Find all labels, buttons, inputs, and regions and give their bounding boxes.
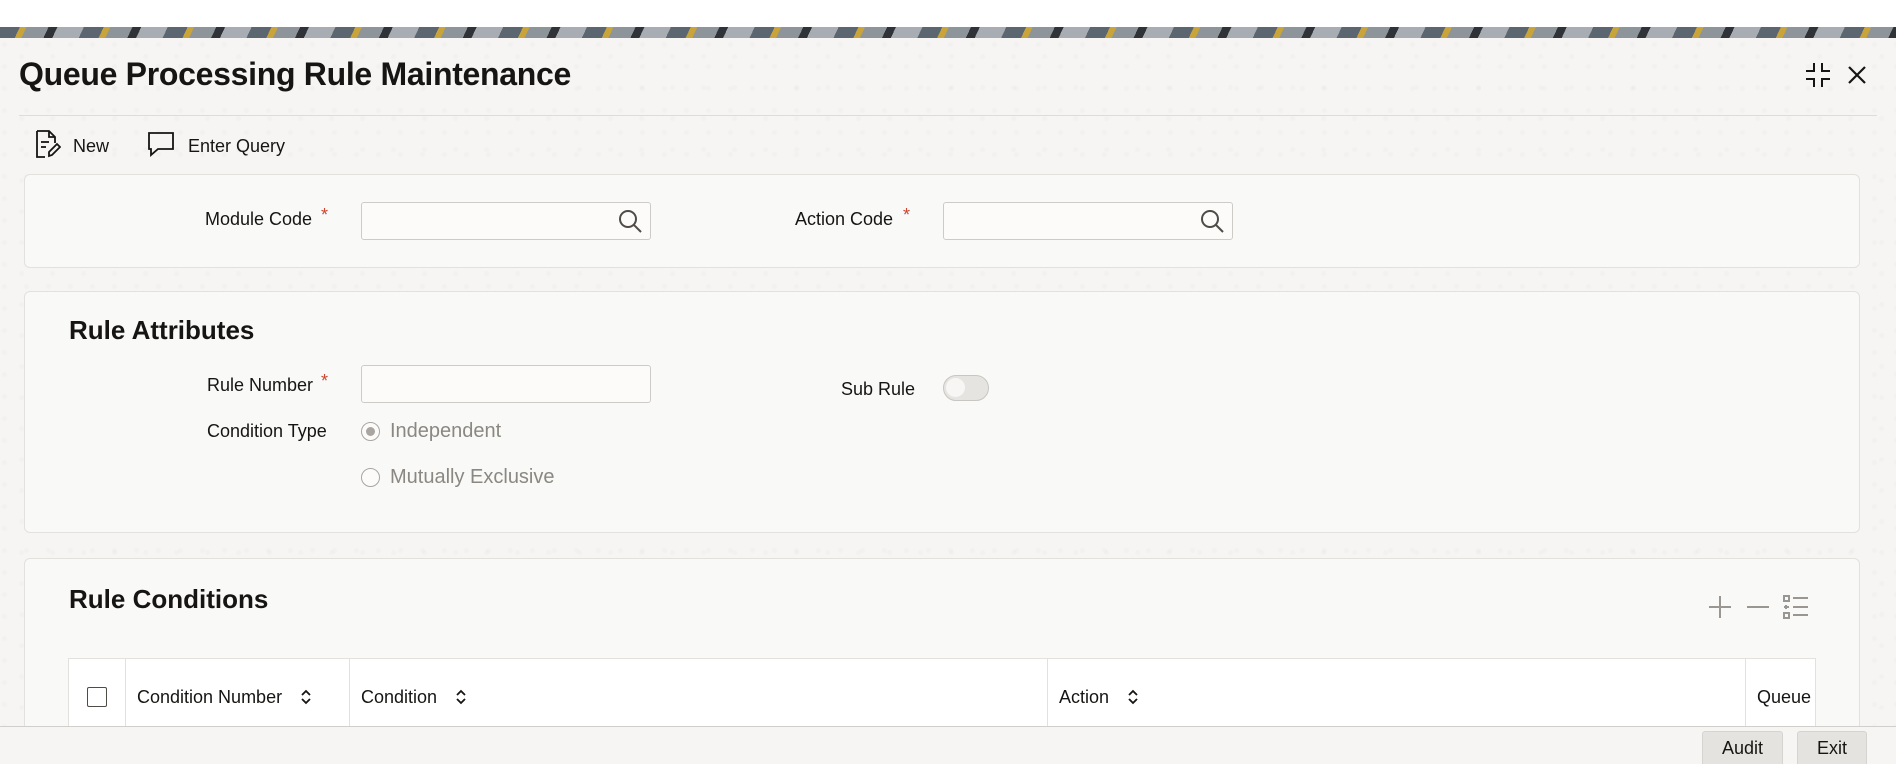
- condition-header-label: Condition: [361, 686, 438, 707]
- remove-row-icon[interactable]: [1742, 591, 1774, 623]
- table-header-select-cell: [69, 659, 126, 735]
- condition-number-header-label: Condition Number: [137, 686, 283, 707]
- radio-unselected-icon: [361, 468, 380, 487]
- action-header-label: Action: [1059, 686, 1110, 707]
- column-header-condition-number[interactable]: Condition Number: [126, 659, 350, 735]
- sort-icon[interactable]: [300, 688, 312, 706]
- audit-button[interactable]: Audit: [1702, 731, 1783, 764]
- rule-number-input[interactable]: [361, 365, 651, 403]
- module-code-input[interactable]: [361, 202, 651, 240]
- rule-number-label: Rule Number: [207, 375, 314, 395]
- add-row-icon[interactable]: [1704, 591, 1736, 623]
- select-all-checkbox[interactable]: [87, 687, 107, 707]
- title-divider: [19, 115, 1877, 116]
- column-header-queue[interactable]: Queue: [1746, 659, 1816, 735]
- sort-icon[interactable]: [455, 688, 467, 706]
- module-code-label: Module Code: [205, 209, 313, 229]
- sort-icon[interactable]: [1127, 688, 1139, 706]
- column-header-condition[interactable]: Condition: [350, 659, 1048, 735]
- rule-attributes-title: Rule Attributes: [69, 315, 255, 345]
- enter-query-label: Enter Query: [188, 135, 286, 156]
- maintenance-window: Queue Processing Rule Maintenance New En…: [0, 38, 1896, 764]
- rule-number-required-mark: *: [321, 371, 329, 391]
- new-document-icon: [33, 129, 62, 164]
- action-code-label: Action Code: [795, 209, 894, 229]
- module-code-search-icon[interactable]: [615, 206, 645, 236]
- exit-button[interactable]: Exit: [1797, 731, 1867, 764]
- single-view-icon[interactable]: [1780, 591, 1812, 623]
- sub-rule-label: Sub Rule: [841, 379, 916, 399]
- page-title: Queue Processing Rule Maintenance: [19, 56, 572, 92]
- rule-conditions-table: Condition Number Condition Action Queue: [68, 658, 1816, 735]
- action-code-input[interactable]: [943, 202, 1233, 240]
- queue-header-label: Queue: [1757, 686, 1812, 707]
- sub-rule-toggle[interactable]: [943, 375, 989, 401]
- key-fields-panel: Module Code * Action Code *: [24, 174, 1860, 268]
- toggle-knob: [946, 378, 965, 397]
- action-code-required-mark: *: [903, 205, 911, 225]
- condition-type-label: Condition Type: [207, 421, 327, 441]
- close-icon[interactable]: [1842, 60, 1872, 90]
- chat-bubble-icon: [146, 130, 176, 163]
- enter-query-button[interactable]: Enter Query: [146, 126, 285, 166]
- new-button[interactable]: New: [33, 126, 109, 166]
- rule-conditions-title: Rule Conditions: [69, 584, 269, 614]
- rule-attributes-panel: Rule Attributes Rule Number * Condition …: [24, 291, 1860, 533]
- collapse-icon[interactable]: [1803, 60, 1833, 90]
- top-banner: [0, 0, 1896, 38]
- footer-bar: Audit Exit: [0, 726, 1896, 764]
- module-code-required-mark: *: [321, 205, 329, 225]
- column-header-action[interactable]: Action: [1048, 659, 1746, 735]
- mutually-exclusive-label: Mutually Exclusive: [390, 466, 555, 488]
- condition-type-independent-radio[interactable]: Independent: [361, 420, 501, 443]
- independent-label: Independent: [390, 420, 502, 442]
- banner-pattern: [0, 27, 1896, 38]
- radio-selected-icon: [361, 422, 380, 441]
- new-button-label: New: [73, 135, 110, 156]
- condition-type-mutually-exclusive-radio[interactable]: Mutually Exclusive: [361, 466, 555, 489]
- action-code-search-icon[interactable]: [1197, 206, 1227, 236]
